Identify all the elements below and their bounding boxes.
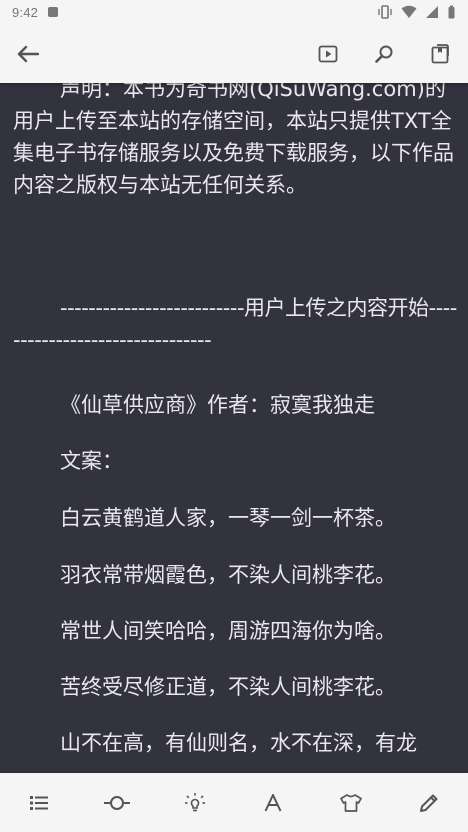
progress-button[interactable] xyxy=(89,775,145,831)
paragraph-poem-line: 白云黄鹤道人家，一琴一剑一杯茶。 xyxy=(60,506,396,530)
play-icon xyxy=(318,45,338,62)
catalog-button[interactable] xyxy=(11,775,67,831)
pencil-icon xyxy=(420,794,438,812)
progress-icon xyxy=(104,795,130,810)
signal-icon xyxy=(426,6,438,18)
bookmark-button[interactable] xyxy=(412,26,468,82)
arrow-back-icon xyxy=(17,45,39,62)
paragraph-synopsis-label: 文案： xyxy=(60,449,123,473)
theme-button[interactable] xyxy=(323,775,379,831)
paragraph-poem-line: 常世人间笑哈哈，周游四海你为啥。 xyxy=(60,619,396,643)
edit-button[interactable] xyxy=(401,775,457,831)
shirt-icon xyxy=(340,793,362,812)
paragraph-poem-line: 山不在高，有仙则名，水不在深，有龙 xyxy=(60,731,417,755)
paragraph-separator: --------------------------用户上传之内容开始-----… xyxy=(13,296,457,352)
status-icons xyxy=(377,5,456,19)
top-app-bar: 9:42 xyxy=(0,0,468,83)
brightness-button[interactable] xyxy=(167,775,223,831)
paragraph-poem-line: 羽衣常带烟霞色，不染人间桃李花。 xyxy=(60,563,396,587)
search-button[interactable] xyxy=(356,26,412,82)
status-time: 9:42 xyxy=(12,4,39,20)
vibrate-icon xyxy=(378,5,392,19)
battery-icon xyxy=(448,5,455,19)
wifi-icon xyxy=(401,5,417,18)
toolbar xyxy=(0,24,468,83)
notification-icon xyxy=(48,7,59,17)
reader-content[interactable]: 声明：本书为奇书网(QiSuWang.com)的用户上传至本站的存储空间，本站只… xyxy=(0,83,468,773)
bottom-menu xyxy=(0,773,468,832)
bookmark-icon xyxy=(431,43,449,63)
paragraph-poem-line: 苦终受尽修正道，不染人间桃李花。 xyxy=(60,675,396,699)
search-icon xyxy=(375,45,393,63)
list-icon xyxy=(30,795,48,810)
lightbulb-icon xyxy=(185,792,205,811)
paragraph-disclaimer: 声明：本书为奇书网(QiSuWang.com)的用户上传至本站的存储空间，本站只… xyxy=(13,83,454,197)
font-icon xyxy=(264,793,282,811)
paragraph-book-title: 《仙草供应商》作者：寂寞我独走 xyxy=(60,393,375,417)
read-aloud-button[interactable] xyxy=(300,26,356,82)
font-button[interactable] xyxy=(245,775,301,831)
back-button[interactable] xyxy=(0,26,56,82)
status-bar: 9:42 xyxy=(0,0,468,24)
